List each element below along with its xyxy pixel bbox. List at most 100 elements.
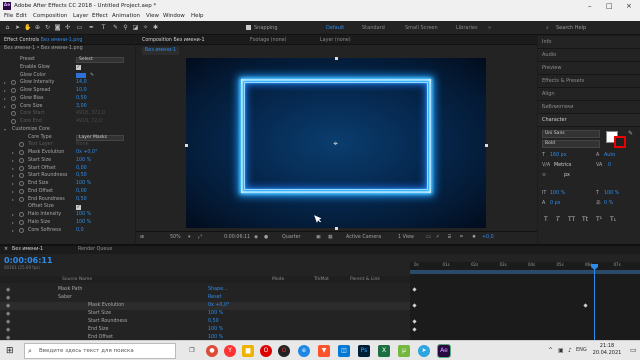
expand-arrow-icon[interactable]: ▸ bbox=[4, 79, 6, 87]
home-icon[interactable]: ⌂ bbox=[4, 24, 11, 31]
effect-row-value[interactable]: 0,50 bbox=[76, 95, 87, 103]
type-tool-icon[interactable]: T bbox=[100, 24, 107, 31]
effect-row-glow-spread[interactable]: ▸ Glow Spread 10,0 bbox=[0, 87, 135, 95]
effect-dropdown[interactable]: Select bbox=[76, 57, 124, 63]
layer-handle-top[interactable] bbox=[335, 57, 338, 60]
stopwatch-icon[interactable] bbox=[19, 150, 24, 155]
file-explorer-icon[interactable]: ▆ bbox=[242, 345, 254, 357]
timeline-row-value[interactable]: 0x +0,0° bbox=[208, 302, 229, 310]
timeline-row-value[interactable]: 0,50 bbox=[208, 318, 219, 326]
show-channel-icon[interactable]: ● bbox=[264, 232, 268, 243]
taskbar-clock[interactable]: 21:18 20.04.2021 bbox=[588, 343, 626, 357]
volume-icon[interactable]: ♪ bbox=[568, 347, 572, 354]
effect-row-value[interactable]: 0,0 bbox=[76, 227, 84, 235]
tab-render-queue[interactable]: Render Queue bbox=[78, 246, 112, 254]
rotate-tool-icon[interactable]: ↻ bbox=[44, 24, 51, 31]
expand-arrow-icon[interactable]: ▸ bbox=[12, 196, 14, 204]
workspace-small-screen[interactable]: Small Screen bbox=[405, 25, 438, 31]
eraser-tool-icon[interactable]: ◪ bbox=[132, 24, 139, 31]
menu-animation[interactable]: Animation bbox=[112, 12, 140, 21]
effect-row-value[interactable]: 3,00 bbox=[76, 103, 87, 111]
expand-arrow-icon[interactable]: ▸ bbox=[12, 165, 14, 173]
snapping-checkbox[interactable] bbox=[246, 25, 251, 30]
menu-composition[interactable]: Composition bbox=[33, 12, 67, 21]
maximize-icon[interactable]: □ bbox=[606, 0, 613, 12]
effect-row-core-end[interactable]: Core End 4918, 72,0 bbox=[0, 118, 135, 126]
work-area-bar[interactable] bbox=[410, 270, 640, 274]
effect-row-value[interactable]: 0,00 bbox=[76, 188, 87, 196]
menu-edit[interactable]: Edit bbox=[16, 12, 27, 21]
workspace-standard[interactable]: Standard bbox=[362, 25, 385, 31]
expand-arrow-icon[interactable]: ▸ bbox=[4, 87, 6, 95]
effect-row-glow-intensity[interactable]: ▸ Glow Intensity 14,0 bbox=[0, 79, 135, 87]
comp-timecode[interactable]: 0:00:06:11 bbox=[224, 232, 250, 243]
view-layout-select[interactable]: 1 View bbox=[398, 232, 414, 243]
effect-row-value[interactable]: 100 % bbox=[76, 211, 91, 219]
expand-arrow-icon[interactable]: ▸ bbox=[4, 103, 6, 111]
language-indicator[interactable]: ENG bbox=[576, 347, 587, 353]
menu-file[interactable]: File bbox=[4, 12, 13, 21]
visibility-icon[interactable]: ◉ bbox=[6, 286, 10, 294]
effect-row-core-start[interactable]: Core Start 4918, 372,0 bbox=[0, 110, 135, 118]
effect-row-core-size[interactable]: ▸ Core Size 3,00 bbox=[0, 103, 135, 111]
store-icon[interactable]: ◫ bbox=[338, 345, 350, 357]
tray-chevron-icon[interactable]: ^ bbox=[548, 347, 553, 354]
region-of-interest-icon[interactable]: ▣ bbox=[316, 232, 321, 243]
rectangle-tool-icon[interactable]: ▭ bbox=[76, 24, 83, 31]
chrome-icon[interactable]: ● bbox=[206, 345, 218, 357]
expand-arrow-icon[interactable]: ▸ bbox=[4, 95, 6, 103]
visibility-icon[interactable]: ◉ bbox=[6, 326, 10, 334]
toggle-pixel-aspect-icon[interactable]: ▭ bbox=[426, 232, 431, 243]
timeline-row[interactable]: ◉ Start Roundness 0,50 bbox=[0, 318, 410, 326]
font-style-select[interactable]: Bold bbox=[542, 140, 600, 148]
timeline-row[interactable]: ◉ Saber Reset bbox=[0, 294, 410, 302]
collapse-arrow-icon[interactable]: ▾ bbox=[4, 126, 6, 134]
expand-arrow-icon[interactable]: ▸ bbox=[12, 188, 14, 196]
effect-row-core-type[interactable]: Core Type Layer Masks bbox=[0, 134, 135, 142]
effect-row-halo-size[interactable]: ▸ Halo Size 100 % bbox=[0, 219, 135, 227]
effect-row-end-roundness[interactable]: ▸ End Roundness 0,50 bbox=[0, 196, 135, 204]
current-time-indicator[interactable] bbox=[594, 266, 595, 342]
notifications-icon[interactable]: ▭ bbox=[630, 346, 637, 354]
effect-row-value[interactable]: 10,0 bbox=[76, 87, 87, 95]
stopwatch-icon[interactable] bbox=[19, 173, 24, 179]
font-family-select[interactable]: Uni Sans bbox=[542, 130, 600, 138]
effect-row-mask-evolution[interactable]: ▸ Mask Evolution 0x +0,0° bbox=[0, 149, 135, 157]
effect-row-start-size[interactable]: ▸ Start Size 100 % bbox=[0, 157, 135, 165]
visibility-icon[interactable]: ◉ bbox=[6, 318, 10, 326]
effect-row-offset-size[interactable]: Offset Size ✓ bbox=[0, 203, 135, 211]
excel-icon[interactable]: X bbox=[378, 345, 390, 357]
windows-start-icon[interactable]: ⊞ bbox=[6, 346, 16, 356]
stroke-color-swatch[interactable] bbox=[614, 136, 626, 148]
column-parent[interactable]: Parent & Link bbox=[350, 276, 380, 283]
keyframe[interactable] bbox=[412, 327, 417, 332]
transparency-grid-icon[interactable]: ▦ bbox=[328, 232, 333, 243]
effect-row-value[interactable]: 100 % bbox=[76, 180, 91, 188]
workspace-default[interactable]: Default bbox=[326, 25, 344, 31]
panel-info[interactable]: Info bbox=[538, 36, 640, 49]
timeline-row[interactable]: ◉ Mask Evolution 0x +0,0° bbox=[0, 302, 410, 310]
flowchart-icon[interactable]: ⌗ bbox=[460, 232, 463, 243]
expand-arrow-icon[interactable]: ▸ bbox=[12, 180, 14, 188]
resolution-select[interactable]: Quarter bbox=[282, 232, 301, 243]
stroke-row[interactable]: ≡ px bbox=[538, 172, 640, 180]
stopwatch-icon[interactable] bbox=[11, 95, 16, 101]
menu-layer[interactable]: Layer bbox=[73, 12, 88, 21]
close-tab-icon[interactable]: × bbox=[4, 246, 8, 254]
menu-view[interactable]: View bbox=[146, 12, 159, 21]
brush-tool-icon[interactable]: ✎ bbox=[112, 24, 119, 31]
selection-tool-icon[interactable]: ➤ bbox=[14, 24, 21, 31]
stopwatch-icon[interactable] bbox=[19, 157, 24, 163]
baseline-row[interactable]: A0 px あ 0 % bbox=[538, 200, 640, 208]
effect-row-value[interactable]: 100 % bbox=[76, 219, 91, 227]
timeline-row-value[interactable]: Reset bbox=[208, 294, 221, 302]
keyframe[interactable] bbox=[412, 319, 417, 324]
effect-row-end-size[interactable]: ▸ End Size 100 % bbox=[0, 180, 135, 188]
eyedropper-icon[interactable]: ✎ bbox=[90, 72, 94, 80]
effect-row-value[interactable]: 100 % bbox=[76, 157, 91, 165]
timeline-row-value[interactable]: 100 % bbox=[208, 310, 223, 318]
visibility-icon[interactable]: ◉ bbox=[6, 310, 10, 318]
effect-row-text-layer[interactable]: Text Layer None bbox=[0, 141, 135, 149]
timeline-row[interactable]: ◉ Start Size 100 % bbox=[0, 310, 410, 318]
panel-character[interactable]: Character bbox=[538, 114, 640, 127]
